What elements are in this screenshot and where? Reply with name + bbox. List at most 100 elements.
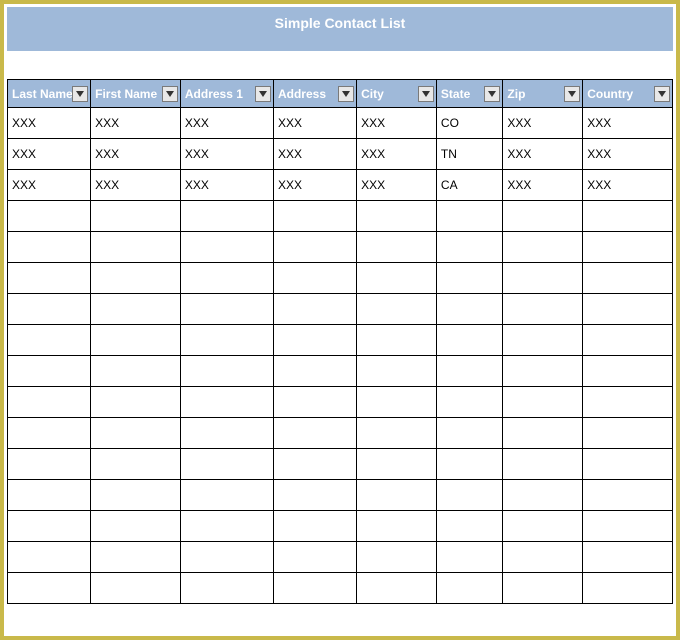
table-cell-empty[interactable] (583, 449, 673, 480)
table-cell-empty[interactable] (583, 263, 673, 294)
table-cell-empty[interactable] (180, 449, 273, 480)
table-cell[interactable]: XXX (503, 139, 583, 170)
table-cell[interactable]: XXX (273, 108, 356, 139)
table-cell[interactable]: XXX (583, 139, 673, 170)
table-cell-empty[interactable] (436, 480, 503, 511)
table-cell-empty[interactable] (273, 356, 356, 387)
table-cell-empty[interactable] (436, 294, 503, 325)
table-cell-empty[interactable] (436, 511, 503, 542)
table-cell-empty[interactable] (8, 449, 91, 480)
table-cell-empty[interactable] (583, 387, 673, 418)
table-cell-empty[interactable] (436, 542, 503, 573)
table-cell-empty[interactable] (503, 387, 583, 418)
table-cell-empty[interactable] (583, 418, 673, 449)
table-cell[interactable]: CO (436, 108, 503, 139)
table-cell-empty[interactable] (180, 418, 273, 449)
table-cell-empty[interactable] (436, 232, 503, 263)
table-cell[interactable]: XXX (357, 170, 437, 201)
table-cell[interactable]: XXX (91, 108, 181, 139)
table-cell-empty[interactable] (91, 511, 181, 542)
table-cell-empty[interactable] (180, 294, 273, 325)
table-cell-empty[interactable] (357, 201, 437, 232)
table-cell-empty[interactable] (91, 263, 181, 294)
table-cell-empty[interactable] (273, 232, 356, 263)
table-cell[interactable]: XXX (503, 108, 583, 139)
table-cell-empty[interactable] (503, 573, 583, 604)
table-cell-empty[interactable] (273, 263, 356, 294)
col-header-city[interactable]: City (357, 80, 437, 108)
filter-dropdown-button[interactable] (418, 86, 434, 102)
table-cell-empty[interactable] (273, 294, 356, 325)
table-cell-empty[interactable] (8, 542, 91, 573)
table-cell-empty[interactable] (91, 356, 181, 387)
table-cell[interactable]: TN (436, 139, 503, 170)
table-cell-empty[interactable] (436, 449, 503, 480)
col-header-country[interactable]: Country (583, 80, 673, 108)
table-cell-empty[interactable] (503, 480, 583, 511)
table-cell-empty[interactable] (8, 418, 91, 449)
table-cell[interactable]: CA (436, 170, 503, 201)
table-cell-empty[interactable] (503, 449, 583, 480)
table-cell-empty[interactable] (91, 573, 181, 604)
table-cell-empty[interactable] (357, 511, 437, 542)
filter-dropdown-button[interactable] (162, 86, 178, 102)
table-cell-empty[interactable] (583, 201, 673, 232)
filter-dropdown-button[interactable] (564, 86, 580, 102)
table-cell-empty[interactable] (436, 387, 503, 418)
table-cell-empty[interactable] (503, 356, 583, 387)
filter-dropdown-button[interactable] (484, 86, 500, 102)
table-cell-empty[interactable] (273, 480, 356, 511)
table-cell-empty[interactable] (357, 263, 437, 294)
table-cell-empty[interactable] (273, 449, 356, 480)
table-cell[interactable]: XXX (180, 108, 273, 139)
table-cell-empty[interactable] (273, 201, 356, 232)
table-cell-empty[interactable] (8, 356, 91, 387)
table-cell-empty[interactable] (8, 294, 91, 325)
table-cell-empty[interactable] (180, 480, 273, 511)
table-cell-empty[interactable] (357, 387, 437, 418)
table-cell-empty[interactable] (91, 449, 181, 480)
table-cell-empty[interactable] (436, 418, 503, 449)
table-cell[interactable]: XXX (91, 139, 181, 170)
table-cell-empty[interactable] (180, 387, 273, 418)
table-cell-empty[interactable] (357, 449, 437, 480)
table-cell-empty[interactable] (436, 573, 503, 604)
table-cell-empty[interactable] (273, 542, 356, 573)
table-cell-empty[interactable] (91, 542, 181, 573)
table-cell-empty[interactable] (180, 511, 273, 542)
table-cell[interactable]: XXX (8, 108, 91, 139)
table-cell-empty[interactable] (583, 232, 673, 263)
table-cell-empty[interactable] (180, 573, 273, 604)
table-cell-empty[interactable] (436, 325, 503, 356)
table-cell-empty[interactable] (436, 356, 503, 387)
filter-dropdown-button[interactable] (72, 86, 88, 102)
table-cell-empty[interactable] (503, 294, 583, 325)
table-cell-empty[interactable] (91, 294, 181, 325)
table-cell-empty[interactable] (357, 356, 437, 387)
table-cell-empty[interactable] (503, 325, 583, 356)
table-cell-empty[interactable] (273, 511, 356, 542)
table-cell-empty[interactable] (436, 263, 503, 294)
table-cell[interactable]: XXX (8, 139, 91, 170)
table-cell-empty[interactable] (503, 418, 583, 449)
table-cell-empty[interactable] (357, 325, 437, 356)
filter-dropdown-button[interactable] (654, 86, 670, 102)
table-cell-empty[interactable] (8, 511, 91, 542)
col-header-last-name[interactable]: Last Name (8, 80, 91, 108)
table-cell-empty[interactable] (357, 418, 437, 449)
table-cell-empty[interactable] (8, 263, 91, 294)
table-cell-empty[interactable] (8, 325, 91, 356)
table-cell[interactable]: XXX (8, 170, 91, 201)
table-cell-empty[interactable] (583, 511, 673, 542)
table-cell-empty[interactable] (273, 573, 356, 604)
table-cell-empty[interactable] (583, 480, 673, 511)
table-cell-empty[interactable] (273, 387, 356, 418)
table-cell[interactable]: XXX (583, 170, 673, 201)
table-cell-empty[interactable] (180, 232, 273, 263)
table-cell-empty[interactable] (583, 573, 673, 604)
table-cell-empty[interactable] (91, 480, 181, 511)
table-cell-empty[interactable] (91, 232, 181, 263)
table-cell[interactable]: XXX (91, 170, 181, 201)
table-cell[interactable]: XXX (583, 108, 673, 139)
table-cell[interactable]: XXX (357, 139, 437, 170)
